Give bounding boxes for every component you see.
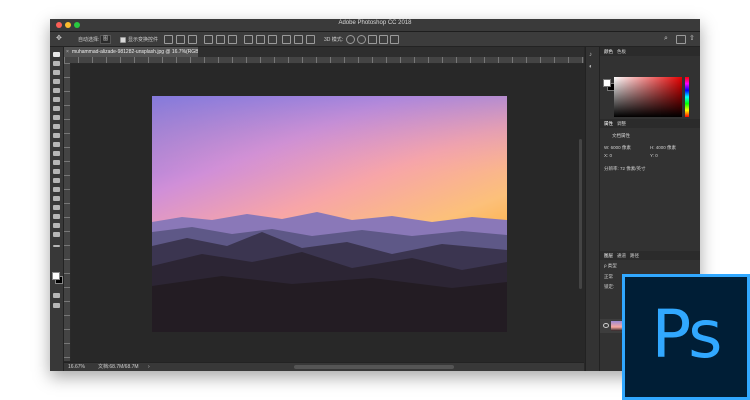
move-tool-icon[interactable]: ✥ (56, 34, 62, 43)
align-bottom-icon[interactable] (188, 35, 197, 44)
horizontal-ruler (64, 57, 584, 64)
blend-mode-select[interactable]: 正常 (604, 274, 613, 280)
history-brush-tool-icon[interactable] (53, 142, 60, 147)
color-picker-field[interactable] (614, 77, 682, 117)
align-vcenter-icon[interactable] (176, 35, 185, 44)
title-bar: Adobe Photoshop CC 2018 (50, 19, 700, 32)
logo-text: Ps (651, 296, 722, 373)
tab-swatches[interactable]: 色板 (617, 49, 626, 55)
shape-tool-icon[interactable] (53, 214, 60, 219)
collapsed-panel-dock: ♪ ◐ (585, 47, 599, 371)
photoshop-window: Adobe Photoshop CC 2018 ✥ 自动选择: 图 显示变换控件… (50, 19, 700, 371)
3d-pan-icon[interactable] (368, 35, 377, 44)
gradient-tool-icon[interactable] (53, 160, 60, 165)
horizontal-scrollbar[interactable] (294, 365, 454, 369)
photoshop-logo: Ps (622, 274, 750, 400)
layers-panel-tabs: 图层 通道 路径 (600, 251, 700, 260)
auto-select-dropdown[interactable]: 图 (100, 35, 112, 44)
document-tab-label: muhammad-alizade-981282-unsplash.jpg @ 1… (72, 49, 205, 55)
distribute-bottom-icon[interactable] (268, 35, 277, 44)
edit-toolbar-icon[interactable] (53, 245, 60, 247)
zoom-level[interactable]: 16.67% (68, 363, 85, 371)
document-canvas-image[interactable] (152, 96, 507, 332)
tab-color[interactable]: 颜色 (604, 49, 613, 55)
tab-adjustments[interactable]: 调整 (617, 121, 626, 127)
lasso-tool-icon[interactable] (53, 70, 60, 75)
tools-panel (50, 47, 64, 371)
3d-rotate-icon[interactable] (346, 35, 355, 44)
dodge-tool-icon[interactable] (53, 178, 60, 183)
workspace-icon[interactable] (676, 35, 686, 44)
search-icon[interactable]: ⌕ (664, 34, 668, 43)
marquee-tool-icon[interactable] (53, 61, 60, 66)
align-top-icon[interactable] (164, 35, 173, 44)
history-icon[interactable]: ♪ (589, 51, 592, 60)
tab-channels[interactable]: 通道 (617, 253, 626, 259)
hue-slider[interactable] (685, 77, 689, 117)
blur-tool-icon[interactable] (53, 169, 60, 174)
document-size: 文档:68.7M/68.7M (98, 364, 139, 370)
3d-slide-icon[interactable] (379, 35, 388, 44)
vertical-ruler (64, 63, 71, 361)
align-left-icon[interactable] (204, 35, 213, 44)
visibility-eye-icon[interactable] (603, 323, 609, 328)
brush-tool-icon[interactable] (53, 124, 60, 129)
distribute-left-icon[interactable] (282, 35, 291, 44)
move-tool-icon[interactable] (53, 52, 60, 57)
frame-tool-icon[interactable] (53, 97, 60, 102)
options-bar: ✥ 自动选择: 图 显示变换控件 3D 模式: ⌕ ⇧ (50, 32, 700, 47)
tab-paths[interactable]: 路径 (630, 253, 639, 259)
lock-label: 锁定: (604, 284, 615, 289)
foreground-color-swatch[interactable] (52, 272, 60, 280)
status-bar: 16.67% 文档:68.7M/68.7M › (64, 362, 584, 371)
align-hcenter-icon[interactable] (216, 35, 225, 44)
align-right-icon[interactable] (228, 35, 237, 44)
libraries-icon[interactable]: ◐ (589, 63, 593, 72)
distribute-vcenter-icon[interactable] (256, 35, 265, 44)
x-value: X: 0 (604, 153, 613, 158)
eraser-tool-icon[interactable] (53, 151, 60, 156)
distribute-right-icon[interactable] (306, 35, 315, 44)
hand-tool-icon[interactable] (53, 223, 60, 228)
pen-tool-icon[interactable] (53, 187, 60, 192)
3d-mode-label: 3D 模式: (324, 37, 344, 43)
eyedropper-tool-icon[interactable] (53, 106, 60, 111)
canvas-area[interactable] (71, 64, 584, 360)
vertical-scrollbar[interactable] (579, 139, 582, 289)
type-tool-icon[interactable] (53, 196, 60, 201)
zoom-tool-icon[interactable] (53, 232, 60, 237)
properties-panel-tabs: 属性 调整 (600, 119, 700, 128)
screen-mode-icon[interactable] (53, 303, 60, 308)
panel-foreground-swatch[interactable] (603, 79, 611, 87)
tab-properties[interactable]: 属性 (604, 121, 613, 127)
quick-select-tool-icon[interactable] (53, 79, 60, 84)
auto-select-label: 自动选择: (78, 37, 100, 43)
quick-mask-icon[interactable] (53, 293, 60, 298)
layer-kind-filter[interactable]: ρ 类型 (604, 263, 617, 269)
document-tab[interactable]: × muhammad-alizade-981282-unsplash.jpg @… (64, 47, 204, 57)
distribute-hcenter-icon[interactable] (294, 35, 303, 44)
path-selection-tool-icon[interactable] (53, 205, 60, 210)
distribute-top-icon[interactable] (244, 35, 253, 44)
clone-stamp-tool-icon[interactable] (53, 133, 60, 138)
healing-brush-tool-icon[interactable] (53, 115, 60, 120)
share-icon[interactable]: ⇧ (689, 34, 695, 43)
3d-roll-icon[interactable] (357, 35, 366, 44)
tab-strip (198, 47, 584, 57)
show-transform-checkbox[interactable] (120, 37, 126, 43)
color-panel-tabs: 颜色 色板 (600, 47, 700, 56)
height-value: H: 4000 像素 (650, 145, 677, 150)
window-title: Adobe Photoshop CC 2018 (338, 20, 412, 26)
properties-title: 文档属性 (612, 133, 630, 138)
3d-scale-icon[interactable] (390, 35, 399, 44)
close-document-icon[interactable]: × (66, 47, 69, 57)
crop-tool-icon[interactable] (53, 88, 60, 93)
resolution-value: 分辨率: 72 像素/英寸 (604, 166, 646, 171)
y-value: Y: 0 (650, 153, 658, 158)
width-value: W: 6000 像素 (604, 145, 631, 150)
tab-layers[interactable]: 图层 (604, 253, 613, 259)
sunset-landscape-photo (152, 96, 507, 332)
status-menu-arrow[interactable]: › (148, 363, 150, 371)
show-transform-label: 显示变换控件 (128, 37, 159, 43)
